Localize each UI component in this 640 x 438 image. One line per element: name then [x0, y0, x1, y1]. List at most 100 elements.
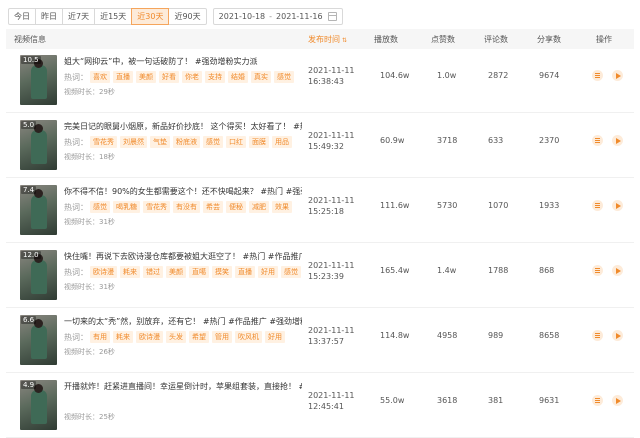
- duration-label: 视频时长：: [64, 283, 99, 291]
- hot-word-tag[interactable]: 希望: [189, 331, 209, 343]
- hot-word-tag[interactable]: 喝乳糖: [113, 201, 140, 213]
- like-count: 1.4w: [437, 266, 457, 275]
- video-thumbnail[interactable]: 5.0: [20, 120, 57, 170]
- range-15d-button[interactable]: 近15天: [95, 8, 133, 25]
- hot-word-tag[interactable]: 用品: [272, 136, 292, 148]
- hot-word-tag[interactable]: 头发: [166, 331, 186, 343]
- hot-word-tag[interactable]: 刘晨然: [120, 136, 147, 148]
- hot-words: 热词： 喜欢 直播 美颜 好看 你老 支持 结婚 真实 感觉: [64, 71, 297, 83]
- hot-word-tag[interactable]: 感觉: [281, 266, 301, 278]
- table-row: 5.0 完美日记的眼舅小烟原，新品好价抄底！ 这个得买！太好看了！ #热门 … 热词…: [6, 116, 634, 178]
- video-thumbnail[interactable]: 4.9: [20, 380, 57, 430]
- list-icon[interactable]: [592, 265, 603, 276]
- list-glyph: [595, 333, 600, 338]
- video-title[interactable]: 开播就炸！赶紧进直播间！幸运星倒计时，苹果组套装，直接抢！ #强…: [64, 381, 302, 392]
- hot-word-tag[interactable]: 口红: [226, 136, 246, 148]
- calendar-icon[interactable]: [327, 12, 337, 21]
- hot-word-tag[interactable]: 摸笑: [212, 266, 232, 278]
- play-icon[interactable]: [612, 70, 623, 81]
- header-publish-time-label: 发布时间: [308, 34, 340, 44]
- play-glyph: [615, 267, 621, 274]
- hot-word-tag[interactable]: 吹风机: [235, 331, 262, 343]
- video-score-badge: 7.4: [21, 186, 37, 194]
- hot-word-tag[interactable]: 面膜: [249, 136, 269, 148]
- hot-word-tag[interactable]: 雪花秀: [90, 136, 117, 148]
- play-icon[interactable]: [612, 135, 623, 146]
- date-range-picker[interactable]: 2021-10-18 - 2021-11-16: [212, 8, 343, 25]
- video-thumbnail[interactable]: 6.6: [20, 315, 57, 365]
- video-thumbnail[interactable]: 10.5: [20, 55, 57, 105]
- video-thumbnail[interactable]: 7.4: [20, 185, 57, 235]
- hot-word-tag[interactable]: 感觉: [203, 136, 223, 148]
- video-thumbnail[interactable]: 12.0: [20, 250, 57, 300]
- play-icon[interactable]: [612, 395, 623, 406]
- list-icon[interactable]: [592, 135, 603, 146]
- header-publish-time[interactable]: 发布时间 ⇅: [308, 34, 347, 45]
- hot-word-tag[interactable]: 好用: [258, 266, 278, 278]
- hot-word-tag[interactable]: 欧诗漫: [90, 266, 117, 278]
- hot-word-tag[interactable]: 喜欢: [90, 71, 110, 83]
- video-title[interactable]: 完美日记的眼舅小烟原，新品好价抄底！ 这个得买！太好看了！ #热门 …: [64, 121, 302, 132]
- video-duration: 视频时长：29秒: [64, 87, 115, 97]
- range-today-button[interactable]: 今日: [8, 8, 36, 25]
- hot-word-tag[interactable]: 减肥: [249, 201, 269, 213]
- header-comments: 评论数: [484, 34, 508, 44]
- range-yesterday-button[interactable]: 昨日: [36, 8, 63, 25]
- hot-word-tag[interactable]: 便秘: [226, 201, 246, 213]
- hot-word-tag[interactable]: 希芸: [203, 201, 223, 213]
- hot-word-tag[interactable]: 有没有: [173, 201, 200, 213]
- hot-word-tag[interactable]: 美颜: [136, 71, 156, 83]
- play-icon[interactable]: [612, 265, 623, 276]
- publish-time: 2021-11-11 15:49:32: [308, 130, 355, 152]
- hot-word-tag[interactable]: 欧诗漫: [136, 331, 163, 343]
- list-icon[interactable]: [592, 395, 603, 406]
- play-icon[interactable]: [612, 200, 623, 211]
- video-title[interactable]: 姐大“网抑云”中，被一句话破防了！ #强劲增粉实力派: [64, 56, 302, 67]
- hot-word-tag[interactable]: 有用: [90, 331, 110, 343]
- share-count: 1933: [539, 201, 560, 210]
- list-icon[interactable]: [592, 330, 603, 341]
- duration-value: 25秒: [99, 413, 115, 421]
- hot-word-tag[interactable]: 好用: [265, 331, 285, 343]
- hot-word-tag[interactable]: 管用: [212, 331, 232, 343]
- hot-word-tag[interactable]: 耗来: [120, 266, 140, 278]
- video-title[interactable]: 快住嘴！再说下去欧诗漫仓库都要被姐大逛空了！ #热门 #作品推广 #…: [64, 251, 302, 262]
- range-30d-button[interactable]: 近30天: [131, 8, 170, 25]
- hot-word-tag[interactable]: 气垫: [150, 136, 170, 148]
- hot-word-tag[interactable]: 雪花秀: [143, 201, 170, 213]
- duration-label: 视频时长：: [64, 348, 99, 356]
- range-button-group: 今日 昨日 近7天 近15天 近30天 近90天: [8, 8, 207, 25]
- range-7d-button[interactable]: 近7天: [63, 8, 96, 25]
- table-row: 12.0 快住嘴！再说下去欧诗漫仓库都要被姐大逛空了！ #热门 #作品推广 #… 热…: [6, 246, 634, 308]
- publish-date: 2021-11-11: [308, 326, 355, 335]
- hot-word-tag[interactable]: 粉底液: [173, 136, 200, 148]
- hot-word-tag[interactable]: 支持: [205, 71, 225, 83]
- hot-words: 热词： 雪花秀 刘晨然 气垫 粉底液 感觉 口红 面膜 用品: [64, 136, 295, 148]
- hot-word-tag[interactable]: 结婚: [228, 71, 248, 83]
- sort-icon[interactable]: ⇅: [342, 37, 347, 44]
- hot-word-tag[interactable]: 效果: [272, 201, 292, 213]
- publish-time: 2021-11-11 13:37:57: [308, 325, 355, 347]
- hot-word-tag[interactable]: 直播: [235, 266, 255, 278]
- duration-label: 视频时长：: [64, 88, 99, 96]
- video-title[interactable]: 一切来的太“秃”然，别放弃，还有它！ #热门 #作品推广 #强劲增粉…: [64, 316, 302, 327]
- range-90d-button[interactable]: 近90天: [169, 8, 207, 25]
- hot-word-tag[interactable]: 真实: [251, 71, 271, 83]
- play-icon[interactable]: [612, 330, 623, 341]
- hot-word-tag[interactable]: 耗来: [113, 331, 133, 343]
- hot-word-tag[interactable]: 感觉: [274, 71, 294, 83]
- list-icon[interactable]: [592, 200, 603, 211]
- publish-clock: 15:49:32: [308, 142, 344, 151]
- list-glyph: [595, 398, 600, 403]
- play-count: 111.6w: [380, 201, 410, 210]
- hot-word-tag[interactable]: 感觉: [90, 201, 110, 213]
- hot-word-tag[interactable]: 美颜: [166, 266, 186, 278]
- list-icon[interactable]: [592, 70, 603, 81]
- hot-word-tag[interactable]: 好看: [159, 71, 179, 83]
- hot-word-tag[interactable]: 直噶: [189, 266, 209, 278]
- hot-word-tag[interactable]: 你老: [182, 71, 202, 83]
- date-end: 2021-11-16: [276, 12, 323, 21]
- hot-word-tag[interactable]: 错过: [143, 266, 163, 278]
- video-title[interactable]: 你不得不信！90%的女生都需要这个！还不快喝起来？ #热门 #强劲增…: [64, 186, 302, 197]
- hot-word-tag[interactable]: 直播: [113, 71, 133, 83]
